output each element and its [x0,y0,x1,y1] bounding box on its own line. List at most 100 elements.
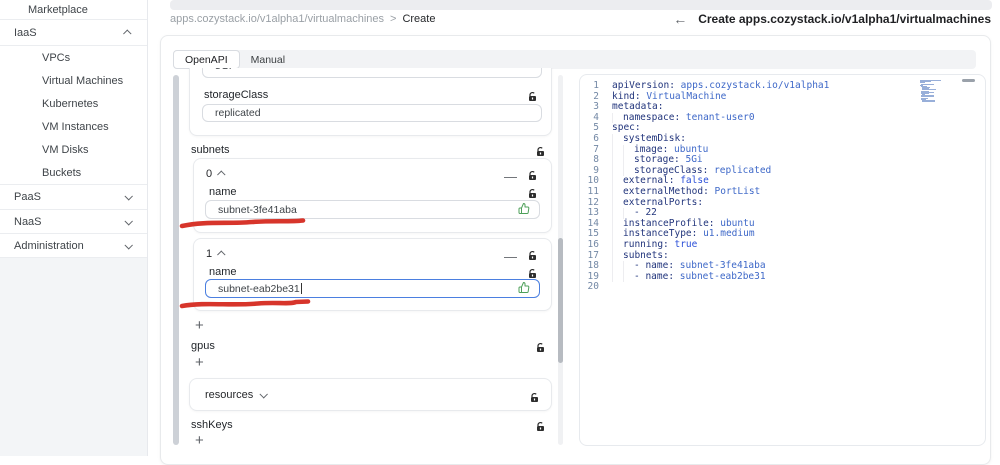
indent-guide [612,166,623,177]
thumbs-up-icon[interactable] [518,202,530,217]
sidebar-item-label: VM Disks [42,144,88,156]
yaml-editor[interactable]: 1apiVersion: apps.cozystack.io/v1alpha12… [579,74,986,446]
page-title: ← Create apps.cozystack.io/v1alpha1/virt… [673,12,991,26]
sidebar: MarketplaceIaaS VPCs Virtual MachinesKuber… [0,0,148,456]
sidebar-item-iaas[interactable]: IaaS [0,20,147,46]
code-line: 6systemDisk: [580,134,985,145]
indent-guide [612,176,623,187]
sidebar-item-label: VM Instances [42,121,109,133]
back-arrow-icon[interactable]: ← [673,12,687,26]
sidebar-item-marketplace[interactable]: Marketplace [0,0,147,20]
code-line: 20 [580,282,985,293]
resources-toggle[interactable]: resources [205,389,266,401]
sshkeys-label: sshKeys [191,419,233,431]
code-token: tenant-user0 [680,113,754,124]
systemdisk-card: 5Gi storageClass replicated [189,68,552,136]
storageclass-input[interactable]: replicated [202,104,542,122]
line-number: 11 [580,187,612,198]
chevron-up-icon [217,170,225,178]
code-token: externalMethod: [623,187,709,198]
indent-guide [612,272,623,283]
subnet-0-header[interactable]: 0 [206,168,225,180]
thumbs-up-icon[interactable] [518,281,530,296]
sidebar-item-vpcs[interactable]: VPCs [0,46,147,69]
minimap-line [922,101,935,102]
indent-guide [623,261,634,272]
form-left-scrollbar[interactable] [173,75,179,445]
sidebar-item-label: VPCs [42,52,70,64]
code-token: apps.cozystack.io/v1alpha1 [675,81,829,92]
storage-value: 5Gi [215,68,231,72]
line-number: 6 [580,134,612,145]
lock-icon[interactable] [528,248,537,266]
sidebar-item-label: Buckets [42,167,81,179]
remove-item-button[interactable]: — [504,170,517,183]
add-gpu-button[interactable]: + [195,355,204,370]
text-caret [301,283,302,294]
code-token: apiVersion: [612,81,675,92]
tab-openapi[interactable]: OpenAPI [173,50,240,69]
chevron-up-icon [217,250,225,258]
subnet-1-header[interactable]: 1 [206,248,225,260]
subnet-item-1-card: 1 — name subnet-eab2be31 [193,238,552,311]
sidebar-item-kubernetes[interactable]: Kubernetes [0,92,147,115]
resources-label: resources [205,389,253,401]
code-token: - [634,272,645,283]
subnet-item-0-card: 0 — name subnet-3fe41aba [193,158,552,233]
lock-icon[interactable] [536,340,545,358]
subnet-0-name-input[interactable]: subnet-3fe41aba [205,200,540,219]
sidebar-item-paas[interactable]: PaaS [0,185,147,210]
sidebar-item-naas[interactable]: NaaS [0,210,147,234]
sidebar-item-buckets[interactable]: Buckets [0,161,147,185]
lock-icon[interactable] [530,390,539,408]
tab-manual[interactable]: Manual [240,50,296,69]
breadcrumb-separator: > [390,13,396,25]
content-area: apps.cozystack.io/v1alpha1/virtualmachin… [148,0,1000,456]
gpus-label: gpus [191,340,215,352]
breadcrumb: apps.cozystack.io/v1alpha1/virtualmachin… [170,13,435,25]
lock-icon[interactable] [536,419,545,437]
indent-guide [612,145,623,156]
breadcrumb-path[interactable]: apps.cozystack.io/v1alpha1/virtualmachin… [170,13,384,25]
indent-guide [612,219,623,230]
storageclass-value: replicated [215,107,261,119]
code-token: PortList [709,187,760,198]
sidebar-item-virtual-machines[interactable]: Virtual Machines [0,69,147,92]
code-token: subnet-eab2be31 [674,272,766,283]
subnet-0-name-value: subnet-3fe41aba [218,204,297,216]
lock-icon[interactable] [528,168,537,186]
add-sshkey-button[interactable]: + [195,433,204,448]
sidebar-item-vm-disks[interactable]: VM Disks [0,138,147,161]
remove-item-button[interactable]: — [504,250,517,263]
line-number: 16 [580,240,612,251]
breadcrumb-current: Create [402,13,435,25]
form-scrollbar-thumb[interactable] [558,238,563,363]
code-line: 19- name: subnet-eab2be31 [580,272,985,283]
subnet-1-index: 1 [206,248,212,260]
subnet-1-name-label: name [209,266,237,278]
code-line: 16running: true [580,240,985,251]
editor-scrollbar-thumb[interactable] [962,79,975,82]
openapi-form: 5Gi storageClass replicated subnets 0 — [169,68,571,460]
code-token: running: [623,240,669,251]
code-token: u1.medium [697,229,754,240]
add-subnet-button[interactable]: + [195,318,204,333]
indent-guide [623,155,634,166]
storage-input[interactable]: 5Gi [202,68,542,78]
subnet-1-name-input[interactable]: subnet-eab2be31 [205,279,540,298]
indent-guide [612,229,623,240]
chevron-down-icon [124,217,132,225]
chevron-up-icon [123,29,131,37]
sidebar-item-vm-instances[interactable]: VM Instances [0,115,147,138]
indent-guide [623,272,634,283]
subnet-0-name-label: name [209,186,237,198]
indent-guide [612,208,623,219]
indent-guide [612,261,623,272]
indent-guide [612,198,623,209]
editor-minimap[interactable] [920,80,947,103]
resources-card: resources [189,378,552,411]
page-title-text: Create apps.cozystack.io/v1alpha1/virtua… [698,12,991,26]
subnet-1-name-value: subnet-eab2be31 [218,283,300,295]
sidebar-item-administration[interactable]: Administration [0,234,147,258]
storageclass-label: storageClass [204,89,268,101]
